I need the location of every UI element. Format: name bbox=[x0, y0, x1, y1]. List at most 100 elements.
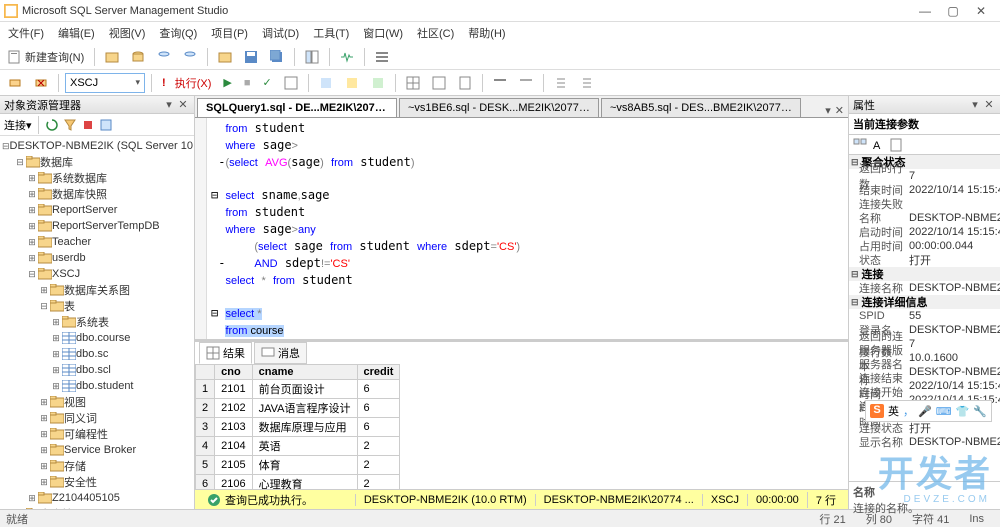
execute-button[interactable]: ! 执行(X) bbox=[158, 73, 215, 93]
sql-code[interactable]: from student where sage> -(select AVG(sa… bbox=[207, 118, 848, 339]
new-query-button[interactable]: 新建查询(N) bbox=[4, 47, 88, 67]
tree-item[interactable]: ⊞dbo.scl bbox=[2, 362, 192, 378]
tabstrip-close-icon[interactable]: ✕ bbox=[835, 104, 844, 117]
tb-comment-icon[interactable] bbox=[489, 74, 511, 92]
connect-button[interactable]: 连接▾ bbox=[4, 117, 32, 133]
tree-item[interactable]: ⊟数据库 bbox=[2, 154, 192, 170]
sogou-icon[interactable]: S bbox=[870, 404, 884, 418]
tb-nav-icon[interactable] bbox=[301, 48, 323, 66]
ime-punct-icon[interactable]: ， bbox=[903, 403, 914, 419]
tb-file-icon[interactable] bbox=[454, 74, 476, 92]
results-grid[interactable]: cnocnamecredit12101前台页面设计622102JAVA语言程序设… bbox=[195, 364, 848, 489]
tree-item[interactable]: ⊞数据库快照 bbox=[2, 186, 192, 202]
menu-window[interactable]: 窗口(W) bbox=[359, 23, 407, 43]
stop-icon[interactable]: ■ bbox=[240, 75, 255, 91]
maximize-button[interactable]: ▢ bbox=[946, 4, 960, 18]
tree-item[interactable]: ⊞系统数据库 bbox=[2, 170, 192, 186]
props-dropdown-icon[interactable]: ▾ bbox=[968, 98, 982, 111]
ime-mic-icon[interactable]: 🎤 bbox=[918, 405, 932, 418]
tb-saveall-icon[interactable] bbox=[266, 48, 288, 66]
server-node[interactable]: ⊟ DESKTOP-NBME2IK (SQL Server 10.0.160 bbox=[2, 138, 192, 154]
status-message: 查询已成功执行。 bbox=[225, 492, 313, 508]
ime-skin-icon[interactable]: 👕 bbox=[956, 405, 970, 418]
props-icon[interactable] bbox=[99, 118, 113, 132]
tree-item[interactable]: ⊞可编程性 bbox=[2, 426, 192, 442]
tree-item[interactable]: ⊞dbo.sc bbox=[2, 346, 192, 362]
filter-icon[interactable] bbox=[63, 118, 77, 132]
tree-item[interactable]: ⊞数据库关系图 bbox=[2, 282, 192, 298]
tb-open-icon[interactable] bbox=[101, 48, 123, 66]
panel-dropdown-icon[interactable]: ▾ bbox=[162, 98, 176, 111]
tb-open2-icon[interactable] bbox=[214, 48, 236, 66]
refresh-icon[interactable] bbox=[45, 118, 59, 132]
props-page-icon[interactable] bbox=[889, 138, 903, 152]
tree-item[interactable]: ⊞安全性 bbox=[2, 506, 192, 509]
tb-grid-icon[interactable] bbox=[402, 74, 424, 92]
tabstrip-dropdown-icon[interactable]: ▾ bbox=[825, 104, 831, 117]
menu-view[interactable]: 视图(V) bbox=[105, 23, 150, 43]
panel-close-icon[interactable]: ✕ bbox=[176, 98, 190, 111]
tb-opt2-icon[interactable] bbox=[341, 74, 363, 92]
tb-db3-icon[interactable] bbox=[179, 48, 201, 66]
tb-db-icon[interactable] bbox=[127, 48, 149, 66]
categorize-icon[interactable] bbox=[853, 138, 867, 152]
tb-uncomment-icon[interactable] bbox=[515, 74, 537, 92]
props-grid[interactable]: 聚合状态返回的行数7结束时间2022/10/14 15:15:4连接失败名称DE… bbox=[849, 155, 1000, 481]
tree-item[interactable]: ⊞同义词 bbox=[2, 410, 192, 426]
sql-editor[interactable]: from student where sage> -(select AVG(sa… bbox=[195, 118, 848, 339]
tree-item[interactable]: ⊞视图 bbox=[2, 394, 192, 410]
tree-item[interactable]: ⊞Z2104405105 bbox=[2, 490, 192, 506]
tree-item[interactable]: ⊞Teacher bbox=[2, 234, 192, 250]
alpha-icon[interactable]: A bbox=[871, 138, 885, 152]
tree-item[interactable]: ⊞userdb bbox=[2, 250, 192, 266]
object-tree[interactable]: ⊟ DESKTOP-NBME2IK (SQL Server 10.0.160 ⊟… bbox=[0, 136, 194, 509]
debug-icon[interactable]: ▶ bbox=[219, 74, 235, 91]
tab-vs1be6[interactable]: ~vs1BE6.sql - DESK...ME2IK\20774 (53))* bbox=[399, 98, 599, 117]
menu-file[interactable]: 文件(F) bbox=[4, 23, 48, 43]
ime-tool-icon[interactable]: 🔧 bbox=[973, 405, 987, 418]
tab-sqlquery1[interactable]: SQLQuery1.sql - DE...ME2IK\20774 (55))* bbox=[197, 98, 397, 117]
stop-icon[interactable] bbox=[81, 118, 95, 132]
close-button[interactable]: ✕ bbox=[974, 4, 988, 18]
ime-keyboard-icon[interactable]: ⌨ bbox=[936, 405, 952, 418]
menu-debug[interactable]: 调试(D) bbox=[258, 23, 303, 43]
tree-item[interactable]: ⊞Service Broker bbox=[2, 442, 192, 458]
tb-db2-icon[interactable] bbox=[153, 48, 175, 66]
tb-save-icon[interactable] bbox=[240, 48, 262, 66]
tree-item[interactable]: ⊞ReportServerTempDB bbox=[2, 218, 192, 234]
tab-vs8ab5[interactable]: ~vs8AB5.sql - DES...BME2IK\20774 (52)) bbox=[601, 98, 801, 117]
tb-indent-icon[interactable] bbox=[550, 74, 572, 92]
menu-edit[interactable]: 编辑(E) bbox=[54, 23, 99, 43]
database-combo[interactable]: XSCJ bbox=[65, 73, 145, 93]
tb-text-icon[interactable] bbox=[428, 74, 450, 92]
tb-activity-icon[interactable] bbox=[336, 48, 358, 66]
menu-project[interactable]: 项目(P) bbox=[207, 23, 252, 43]
parse-icon[interactable]: ✓ bbox=[259, 74, 276, 91]
tb-list-icon[interactable] bbox=[371, 48, 393, 66]
tab-messages[interactable]: 消息 bbox=[254, 342, 307, 364]
props-close-icon[interactable]: ✕ bbox=[982, 98, 996, 111]
ime-lang[interactable]: 英 bbox=[888, 403, 899, 419]
tb-opt3-icon[interactable] bbox=[367, 74, 389, 92]
tree-item[interactable]: ⊞dbo.student bbox=[2, 378, 192, 394]
tree-item[interactable]: ⊞安全性 bbox=[2, 474, 192, 490]
toolbar-query: ✕ XSCJ ! 执行(X) ▶ ■ ✓ bbox=[0, 70, 1000, 96]
tab-results[interactable]: 结果 bbox=[199, 342, 252, 364]
tree-item[interactable]: ⊞ReportServer bbox=[2, 202, 192, 218]
minimize-button[interactable]: — bbox=[918, 4, 932, 18]
ime-bar[interactable]: S 英 ， 🎤 ⌨ 👕 🔧 bbox=[865, 400, 992, 422]
tb-opt1-icon[interactable] bbox=[315, 74, 337, 92]
tb-connect-icon[interactable] bbox=[4, 74, 26, 92]
tree-item[interactable]: ⊞系统表 bbox=[2, 314, 192, 330]
menu-query[interactable]: 查询(Q) bbox=[155, 23, 201, 43]
tree-item[interactable]: ⊟XSCJ bbox=[2, 266, 192, 282]
tb-change-icon[interactable]: ✕ bbox=[30, 74, 52, 92]
tree-item[interactable]: ⊞dbo.course bbox=[2, 330, 192, 346]
tree-item[interactable]: ⊞存储 bbox=[2, 458, 192, 474]
tree-item[interactable]: ⊟表 bbox=[2, 298, 192, 314]
estimate-icon[interactable] bbox=[280, 74, 302, 92]
menu-help[interactable]: 帮助(H) bbox=[464, 23, 509, 43]
tb-outdent-icon[interactable] bbox=[576, 74, 598, 92]
menu-community[interactable]: 社区(C) bbox=[413, 23, 458, 43]
menu-tools[interactable]: 工具(T) bbox=[309, 23, 353, 43]
